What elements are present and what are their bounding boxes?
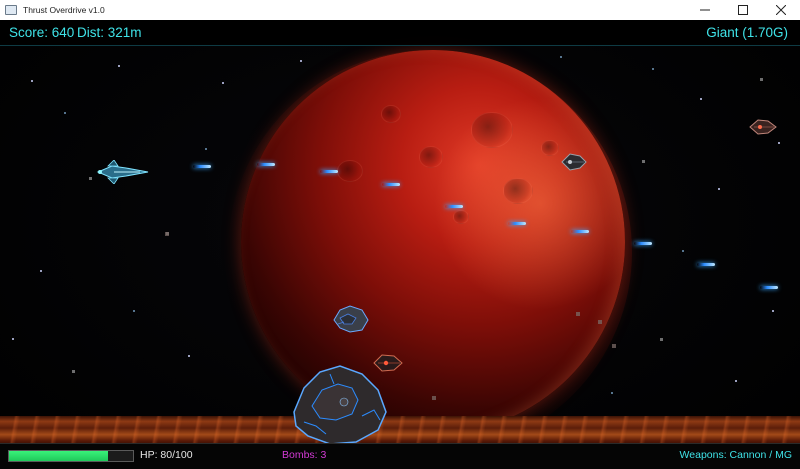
bullet (320, 170, 338, 173)
hp-bar-fill (9, 451, 109, 461)
bullet (571, 230, 589, 233)
star (611, 392, 613, 394)
star (72, 370, 75, 373)
bullet (697, 263, 715, 266)
maximize-button[interactable] (724, 0, 762, 20)
debris (612, 344, 616, 348)
bullet (445, 205, 463, 208)
score-display: Score: 640 (9, 25, 75, 40)
star (760, 78, 763, 81)
star (31, 80, 33, 82)
gravity-display: Giant (1.70G) (706, 25, 788, 40)
debris (576, 312, 580, 316)
window-controls (686, 0, 800, 20)
crater (381, 105, 401, 123)
app-icon (5, 5, 17, 15)
maximize-icon (738, 5, 748, 15)
star (12, 338, 14, 340)
star (205, 148, 207, 150)
star (718, 188, 720, 190)
bullet (760, 286, 778, 289)
bullet (508, 222, 526, 225)
minimize-button[interactable] (686, 0, 724, 20)
star (652, 68, 654, 70)
star (300, 60, 302, 62)
star (89, 177, 92, 180)
distance-display: Dist: 321m (77, 25, 142, 40)
close-icon (776, 5, 786, 15)
weapons-display: Weapons: Cannon / MG (679, 449, 792, 461)
star (188, 355, 190, 357)
player-fighter-ship (96, 160, 149, 184)
star (700, 98, 702, 100)
enemy-ship (749, 119, 777, 135)
star (133, 310, 135, 312)
star (560, 56, 562, 58)
debris (598, 320, 602, 324)
bullet (382, 183, 400, 186)
star (735, 380, 737, 382)
star (642, 160, 645, 163)
star (64, 112, 66, 114)
minimize-icon (700, 9, 710, 11)
hud-top-bar: Score: 640 Dist: 321m Giant (1.70G) (0, 20, 800, 46)
crater (471, 112, 513, 148)
molten-lava-ground (0, 416, 800, 446)
game-window: Thrust Overdrive v1.0 Score: 640 Dist: 3… (0, 0, 800, 469)
crater (419, 146, 443, 168)
bullet (193, 165, 211, 168)
debris (432, 396, 436, 400)
title-bar[interactable]: Thrust Overdrive v1.0 (0, 0, 800, 21)
star (772, 310, 774, 312)
hp-bar (8, 450, 134, 462)
star (682, 250, 684, 252)
star (40, 270, 42, 272)
game-canvas[interactable]: Score: 640 Dist: 321m Giant (1.70G) HP: … (0, 20, 800, 469)
bombs-display: Bombs: 3 (282, 449, 327, 461)
debris (165, 232, 169, 236)
close-button[interactable] (762, 0, 800, 20)
hud-bottom-bar: HP: 80/100 Bombs: 3 Weapons: Cannon / MG (0, 443, 800, 469)
star (778, 142, 780, 144)
star (222, 82, 224, 84)
bullet (257, 163, 275, 166)
star (660, 338, 663, 341)
bullet (634, 242, 652, 245)
crater (337, 160, 363, 182)
crater (453, 210, 469, 224)
large-asteroid (293, 365, 387, 445)
hp-display: HP: 80/100 (140, 449, 193, 461)
window-title: Thrust Overdrive v1.0 (23, 5, 105, 15)
small-asteroid (333, 305, 369, 333)
crater (541, 140, 559, 156)
crater (503, 178, 533, 204)
star (118, 65, 120, 67)
enemy-ship (561, 153, 587, 171)
